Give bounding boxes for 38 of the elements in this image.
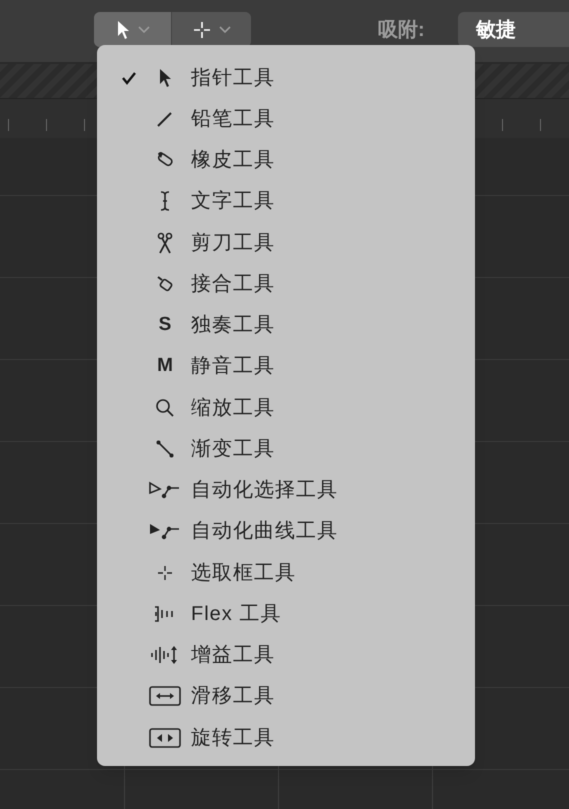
menu-item[interactable]: 渐变工具 bbox=[97, 428, 475, 470]
chevron-down-icon bbox=[138, 26, 150, 34]
menu-item[interactable]: 选取框工具 bbox=[97, 552, 475, 594]
pointer-icon bbox=[116, 20, 130, 40]
menu-item[interactable]: M 静音工具 bbox=[97, 346, 475, 387]
snap-dropdown[interactable]: 敏捷 bbox=[458, 12, 569, 47]
menu-item[interactable]: 接合工具 bbox=[97, 263, 475, 304]
pointer-tool-button[interactable] bbox=[94, 12, 172, 47]
snap-label: 吸附: bbox=[378, 18, 425, 43]
arrow-curve-filled-icon bbox=[148, 521, 182, 542]
pencil-icon bbox=[156, 110, 174, 128]
line-with-dots-icon bbox=[156, 440, 174, 458]
menu-item[interactable]: 增益工具 bbox=[97, 634, 475, 676]
scissors-icon bbox=[157, 232, 173, 254]
crosshair-icon bbox=[157, 564, 173, 581]
menu-item[interactable]: Flex 工具 bbox=[97, 593, 475, 634]
menu-item[interactable]: S 独奏工具 bbox=[97, 304, 475, 346]
menu-item[interactable]: 缩放工具 bbox=[97, 387, 475, 428]
menu-item[interactable]: 旋转工具 bbox=[97, 717, 475, 758]
menu-item[interactable]: 剪刀工具 bbox=[97, 222, 475, 264]
letter-icon: S bbox=[158, 310, 172, 340]
pointer-icon bbox=[158, 68, 172, 88]
menu-item[interactable]: 自动化曲线工具 bbox=[97, 510, 475, 552]
menu-item[interactable]: 指针工具 bbox=[97, 57, 475, 98]
arrow-heads-box-icon bbox=[149, 728, 181, 748]
menu-item[interactable]: 滑移工具 bbox=[97, 676, 475, 717]
gain-arrow-icon bbox=[150, 644, 180, 666]
crosshair-icon bbox=[192, 20, 210, 38]
menu-item[interactable]: 文字工具 bbox=[97, 180, 475, 222]
chevron-down-icon bbox=[218, 26, 230, 34]
menu-item[interactable]: 自动化选择工具 bbox=[97, 470, 475, 511]
double-arrow-box-icon bbox=[149, 686, 181, 706]
arrow-curve-outline-icon bbox=[148, 480, 182, 500]
letter-icon: M bbox=[157, 352, 173, 381]
text-cursor-icon bbox=[159, 190, 171, 212]
menu-item[interactable]: 橡皮工具 bbox=[97, 140, 475, 181]
glue-icon bbox=[155, 274, 175, 293]
search-icon bbox=[155, 398, 175, 418]
